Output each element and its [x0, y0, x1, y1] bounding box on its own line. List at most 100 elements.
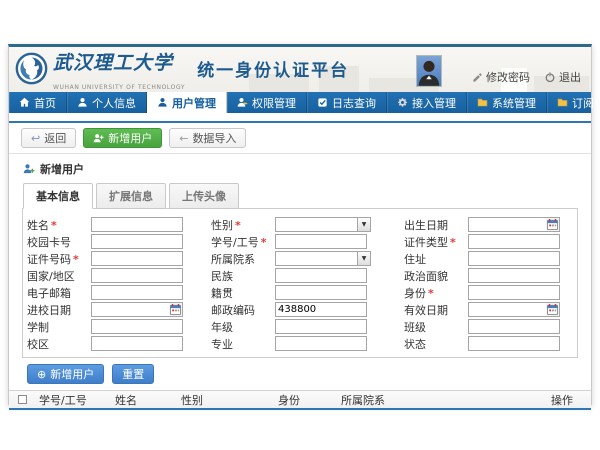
app-header: 武汉理工大学 WUHAN UNIVERSITY OF TECHNOLOGY 统一… — [9, 47, 591, 92]
university-logo — [15, 52, 48, 89]
field-label: 民族 — [211, 268, 275, 284]
calendar-button[interactable] — [169, 303, 182, 316]
postal-code-input[interactable] — [275, 302, 367, 317]
nav-tab-subscription-management[interactable]: 订阅管理 — [547, 92, 600, 113]
permission-icon — [237, 97, 248, 108]
department-select[interactable]: ▼ — [275, 251, 371, 266]
field-label: 所属院系 — [211, 251, 275, 267]
user-icon — [77, 97, 88, 108]
form-tabs: 基本信息 扩展信息 上传头像 — [23, 183, 591, 209]
change-password-link[interactable]: 修改密码 — [472, 69, 530, 87]
class-input[interactable] — [468, 319, 560, 334]
field-label: 证件类型* — [404, 234, 468, 250]
field-label: 姓名* — [27, 217, 91, 233]
field-label: 国家/地区 — [27, 268, 91, 284]
new-user-toolbar-button[interactable]: 新增用户 — [83, 128, 162, 148]
nav-tab-log-query[interactable]: 日志查询 — [307, 92, 387, 113]
nav-underline — [9, 113, 591, 123]
field-label: 状态 — [404, 336, 468, 352]
home-icon — [19, 97, 30, 108]
field-label: 籍贯 — [211, 285, 275, 301]
chevron-down-icon: ▼ — [357, 218, 370, 231]
field-label: 校区 — [27, 336, 91, 352]
field-label: 进校日期 — [27, 302, 91, 318]
native-place-input[interactable] — [275, 285, 367, 300]
nav-tab-user-management[interactable]: 用户管理 — [147, 92, 227, 113]
field-label: 出生日期 — [404, 217, 468, 233]
campus-input[interactable] — [91, 336, 183, 351]
id-number-input[interactable] — [91, 251, 183, 266]
nav-tab-access-management[interactable]: 接入管理 — [387, 92, 467, 113]
main-nav: 首页 个人信息 用户管理 权限管理 日志查询 接入管理 系统管理 订阅管理 — [9, 92, 591, 113]
tab-extended-info[interactable]: 扩展信息 — [96, 183, 166, 209]
field-label: 年级 — [211, 319, 275, 335]
field-label: 班级 — [404, 319, 468, 335]
campus-card-input[interactable] — [91, 234, 183, 249]
university-name: 武汉理工大学 — [53, 52, 173, 74]
ethnicity-input[interactable] — [275, 268, 367, 283]
identity-input[interactable] — [468, 285, 560, 300]
calendar-button[interactable] — [546, 303, 559, 316]
tab-upload-avatar[interactable]: 上传头像 — [169, 183, 239, 209]
power-icon — [544, 71, 556, 83]
col-department: 所属院系 — [337, 392, 547, 408]
political-status-input[interactable] — [468, 268, 560, 283]
app-window: 武汉理工大学 WUHAN UNIVERSITY OF TECHNOLOGY 统一… — [8, 44, 592, 405]
nav-tab-system-management[interactable]: 系统管理 — [467, 92, 547, 113]
user-table-header: 学号/工号 姓名 性别 身份 所属院系 操作 — [9, 390, 591, 410]
col-gender: 性别 — [177, 392, 274, 408]
id-type-input[interactable] — [468, 234, 560, 249]
nav-tab-permission-management[interactable]: 权限管理 — [227, 92, 307, 113]
name-input[interactable] — [91, 217, 183, 232]
submit-new-user-button[interactable]: ⊕ 新增用户 — [27, 364, 104, 384]
country-input[interactable] — [91, 268, 183, 283]
back-button[interactable]: ↩ 返回 — [21, 128, 76, 148]
pencil-icon — [472, 72, 483, 83]
calendar-icon — [547, 219, 558, 230]
chevron-down-icon: ▼ — [357, 252, 370, 265]
logout-link[interactable]: 退出 — [544, 69, 581, 87]
data-import-button[interactable]: ← 数据导入 — [169, 128, 246, 148]
plus-circle-icon: ⊕ — [37, 369, 46, 380]
field-label: 政治面貌 — [404, 268, 468, 284]
reset-button[interactable]: 重置 — [112, 364, 154, 384]
nav-tab-home[interactable]: 首页 — [9, 92, 67, 113]
gear-icon — [397, 97, 408, 108]
field-label: 校园卡号 — [27, 234, 91, 250]
university-subtitle: WUHAN UNIVERSITY OF TECHNOLOGY — [53, 84, 185, 91]
panel-title: 新增用户 — [9, 154, 591, 183]
nav-tab-personal-info[interactable]: 个人信息 — [67, 92, 147, 113]
back-arrow-icon: ↩ — [31, 133, 40, 144]
grade-input[interactable] — [275, 319, 367, 334]
col-identity: 身份 — [274, 392, 337, 408]
calendar-icon — [547, 304, 558, 315]
gender-select[interactable]: ▼ — [275, 217, 371, 232]
student-id-input[interactable] — [275, 234, 367, 249]
users-icon — [157, 97, 168, 108]
col-student-id: 学号/工号 — [35, 392, 111, 408]
page-title: 统一身份认证平台 — [197, 56, 349, 81]
field-label: 住址 — [404, 251, 468, 267]
field-label: 电子邮箱 — [27, 285, 91, 301]
field-label: 专业 — [211, 336, 275, 352]
add-user-icon — [23, 163, 35, 175]
select-all-checkbox[interactable] — [18, 395, 27, 404]
avatar[interactable] — [416, 55, 442, 87]
field-label: 证件号码* — [27, 251, 91, 267]
import-arrow-icon: ← — [179, 133, 188, 144]
tab-basic-info[interactable]: 基本信息 — [23, 183, 93, 209]
add-user-icon — [93, 133, 104, 144]
address-input[interactable] — [468, 251, 560, 266]
status-input[interactable] — [468, 336, 560, 351]
field-label: 有效日期 — [404, 302, 468, 318]
schooling-length-input[interactable] — [91, 319, 183, 334]
log-icon — [317, 97, 328, 108]
email-input[interactable] — [91, 285, 183, 300]
folder-icon — [557, 97, 568, 108]
field-label: 身份* — [404, 285, 468, 301]
major-input[interactable] — [275, 336, 367, 351]
field-label: 学制 — [27, 319, 91, 335]
folder-icon — [477, 97, 488, 108]
calendar-button[interactable] — [546, 218, 559, 231]
calendar-icon — [170, 304, 181, 315]
